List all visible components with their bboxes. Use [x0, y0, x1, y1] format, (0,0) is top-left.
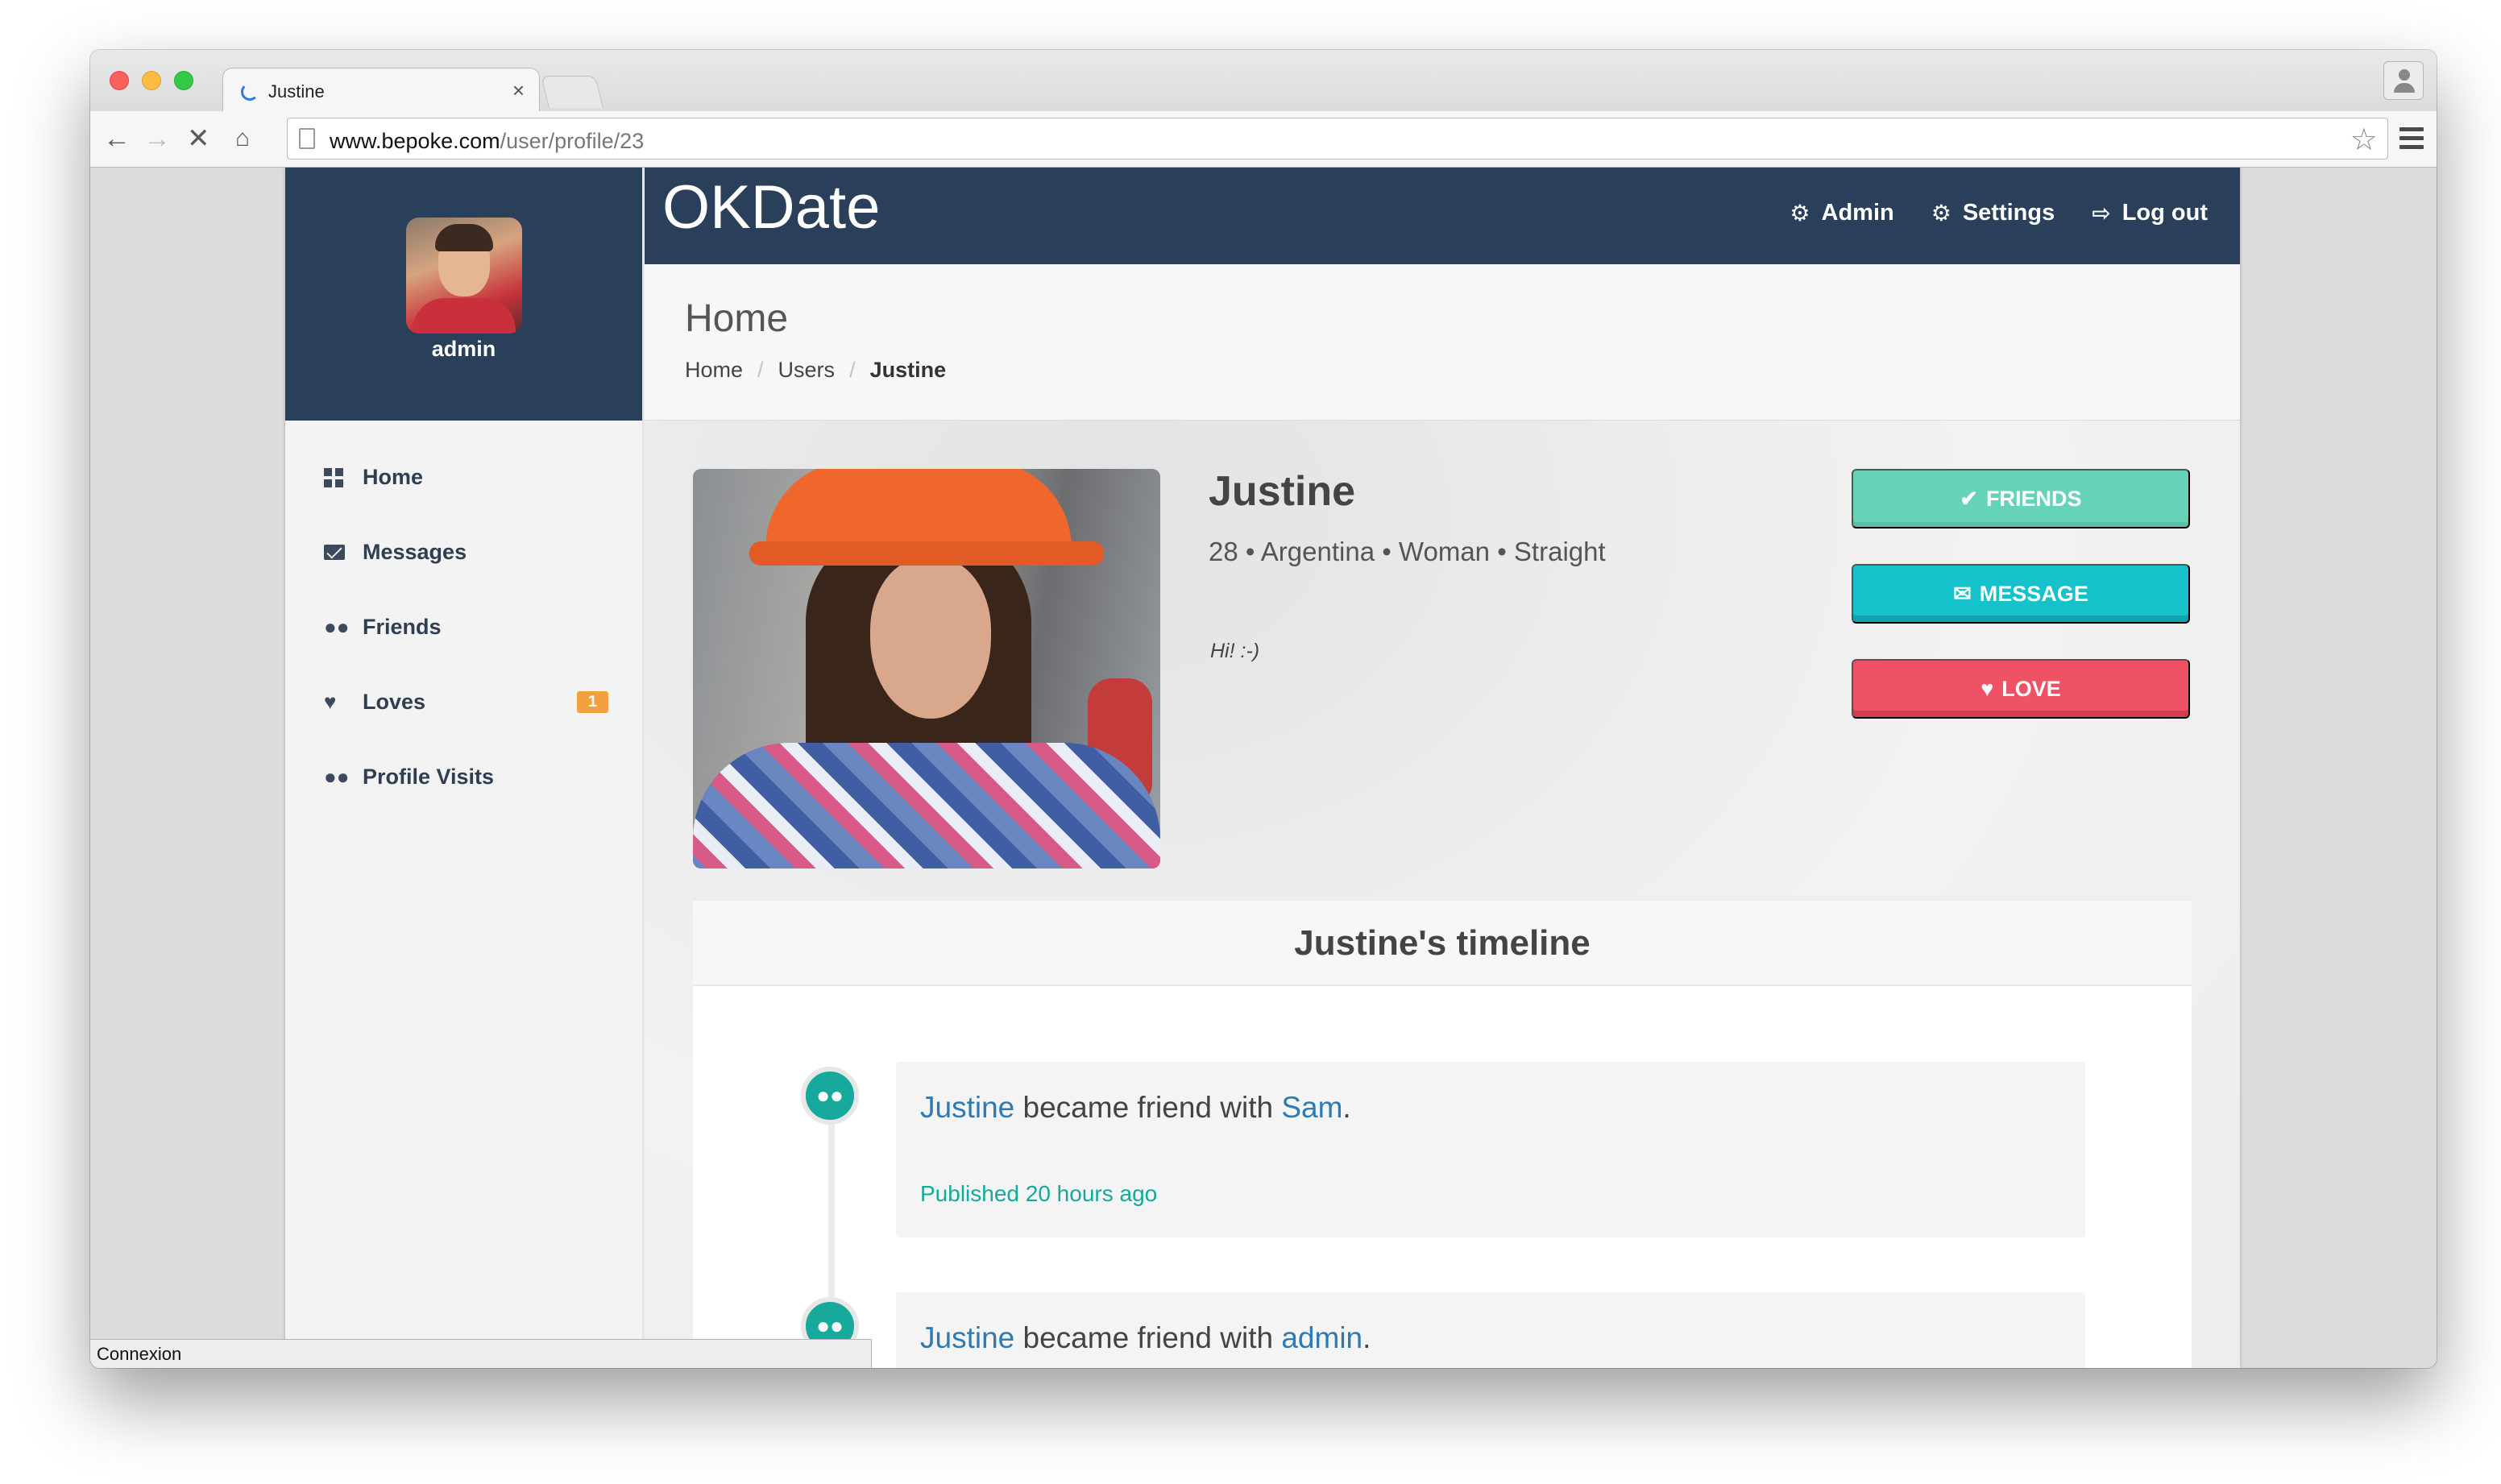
- breadcrumb: Home / Users / Justine: [685, 358, 946, 383]
- page-viewport: admin Home Messages ●● Friends ♥ Loves 1…: [90, 168, 2437, 1368]
- check-icon: ✔: [1960, 486, 1979, 511]
- timeline-actor-link[interactable]: Justine: [920, 1321, 1014, 1354]
- tab-title: Justine: [268, 81, 325, 102]
- brand-logo[interactable]: OKDate: [662, 172, 880, 242]
- sidebar: admin Home Messages ●● Friends ♥ Loves 1…: [285, 168, 643, 1368]
- profile-content: Justine 28 • Argentina • Woman • Straigh…: [645, 421, 2240, 1368]
- sidebar-item-home[interactable]: Home: [285, 440, 642, 515]
- page-icon: [299, 128, 315, 149]
- browser-tab[interactable]: Justine ×: [222, 68, 540, 113]
- user-avatar[interactable]: [406, 218, 522, 334]
- tab-bar: Justine ×: [90, 50, 2437, 113]
- dashboard-icon: [324, 467, 348, 487]
- browser-profile-button[interactable]: [2383, 61, 2424, 100]
- admin-cogs-icon: ⚙: [1790, 201, 1810, 226]
- friends-button[interactable]: ✔ FRIENDS: [1852, 469, 2190, 529]
- users-icon: ●●: [801, 1067, 859, 1125]
- breadcrumb-current: Justine: [869, 358, 947, 382]
- address-bar[interactable]: www.bepoke.com/user/profile/23 ☆: [287, 118, 2388, 160]
- envelope-icon: ✉: [1953, 581, 1972, 606]
- close-window-button[interactable]: [110, 71, 129, 90]
- person-icon: [2399, 69, 2410, 81]
- timeline-entry-text: Justine became friend with Sam.: [920, 1091, 1351, 1124]
- profile-photo[interactable]: [693, 469, 1160, 868]
- envelope-icon: [324, 545, 348, 560]
- sidebar-item-messages[interactable]: Messages: [285, 515, 642, 590]
- sidebar-username: admin: [431, 337, 496, 361]
- love-button[interactable]: ♥ LOVE: [1852, 659, 2190, 719]
- stop-loading-icon[interactable]: ✕: [187, 119, 210, 158]
- url-text[interactable]: www.bepoke.com/user/profile/23: [330, 129, 644, 154]
- sidebar-item-label: Home: [363, 465, 424, 489]
- new-tab-button[interactable]: [541, 76, 603, 108]
- sidebar-item-profile-visits[interactable]: ●● Profile Visits: [285, 740, 642, 815]
- browser-toolbar: ← → ✕ ⌂ www.bepoke.com/user/profile/23 ☆: [90, 111, 2437, 168]
- sidebar-item-label: Friends: [363, 615, 442, 639]
- logout-icon: ⇨: [2092, 201, 2111, 226]
- heart-icon: ♥: [324, 690, 337, 714]
- users-icon: ●●: [324, 765, 350, 789]
- timeline-entry-text: Justine became friend with admin.: [920, 1321, 1371, 1354]
- timeline-entry: Justine became friend with admin.: [896, 1292, 2085, 1368]
- okdate-app: admin Home Messages ●● Friends ♥ Loves 1…: [285, 168, 2240, 1368]
- top-links: ⚙ Admin ⚙ Settings ⇨ Log out: [1790, 200, 2208, 226]
- logout-link[interactable]: ⇨ Log out: [2092, 200, 2208, 226]
- breadcrumb-separator: /: [757, 358, 764, 382]
- bookmark-star-icon[interactable]: ☆: [2350, 122, 2378, 158]
- timeline-card: Justine's timeline ●● Justine became fri…: [693, 896, 2192, 1368]
- back-arrow-icon[interactable]: ←: [103, 119, 131, 158]
- browser-status-bar: Connexion: [90, 1339, 872, 1368]
- timeline-title: Justine's timeline: [1294, 923, 1591, 963]
- settings-link[interactable]: ⚙ Settings: [1931, 200, 2055, 226]
- sidebar-item-label: Messages: [363, 540, 467, 564]
- loading-spinner-icon: [241, 83, 259, 101]
- timeline-target-link[interactable]: admin: [1281, 1321, 1362, 1354]
- profile-name: Justine: [1209, 468, 1356, 515]
- breadcrumb-separator: /: [849, 358, 856, 382]
- users-icon: ●●: [324, 615, 350, 639]
- forward-arrow-icon[interactable]: →: [143, 119, 171, 158]
- page-header: Home Home / Users / Justine: [645, 264, 2240, 421]
- sidebar-item-label: Loves: [363, 690, 426, 714]
- loves-count-badge: 1: [576, 691, 608, 713]
- home-icon[interactable]: ⌂: [235, 119, 250, 158]
- timeline-target-link[interactable]: Sam: [1281, 1091, 1342, 1124]
- browser-window: Justine × ← → ✕ ⌂ www.bepoke.com/user/pr…: [90, 50, 2437, 1368]
- timeline-entry: Justine became friend with Sam. Publishe…: [896, 1062, 2085, 1237]
- admin-link[interactable]: ⚙ Admin: [1790, 200, 1893, 226]
- minimize-window-button[interactable]: [142, 71, 161, 90]
- gear-icon: ⚙: [1931, 201, 1951, 226]
- profile-meta: 28 • Argentina • Woman • Straight: [1209, 537, 1606, 566]
- timeline-entry-time: Published 20 hours ago: [920, 1181, 1158, 1206]
- sidebar-nav: Home Messages ●● Friends ♥ Loves 1 ●● Pr…: [285, 421, 642, 815]
- page-title: Home: [685, 297, 789, 340]
- zoom-window-button[interactable]: [174, 71, 193, 90]
- timeline-header: Justine's timeline: [693, 896, 2192, 986]
- tab-close-icon[interactable]: ×: [512, 78, 525, 103]
- browser-menu-icon[interactable]: [2399, 127, 2424, 150]
- top-navbar: OKDate ⚙ Admin ⚙ Settings ⇨ Log out: [645, 168, 2240, 264]
- sidebar-item-friends[interactable]: ●● Friends: [285, 590, 642, 665]
- message-button[interactable]: ✉ MESSAGE: [1852, 564, 2190, 624]
- sidebar-item-label: Profile Visits: [363, 765, 495, 789]
- heart-icon: ♥: [1980, 676, 1994, 701]
- profile-bio: Hi! :-): [1210, 640, 1260, 662]
- sidebar-item-loves[interactable]: ♥ Loves 1: [285, 665, 642, 740]
- timeline-actor-link[interactable]: Justine: [920, 1091, 1014, 1124]
- breadcrumb-home[interactable]: Home: [685, 358, 743, 383]
- breadcrumb-users[interactable]: Users: [778, 358, 836, 383]
- sidebar-user-panel: admin: [285, 168, 642, 421]
